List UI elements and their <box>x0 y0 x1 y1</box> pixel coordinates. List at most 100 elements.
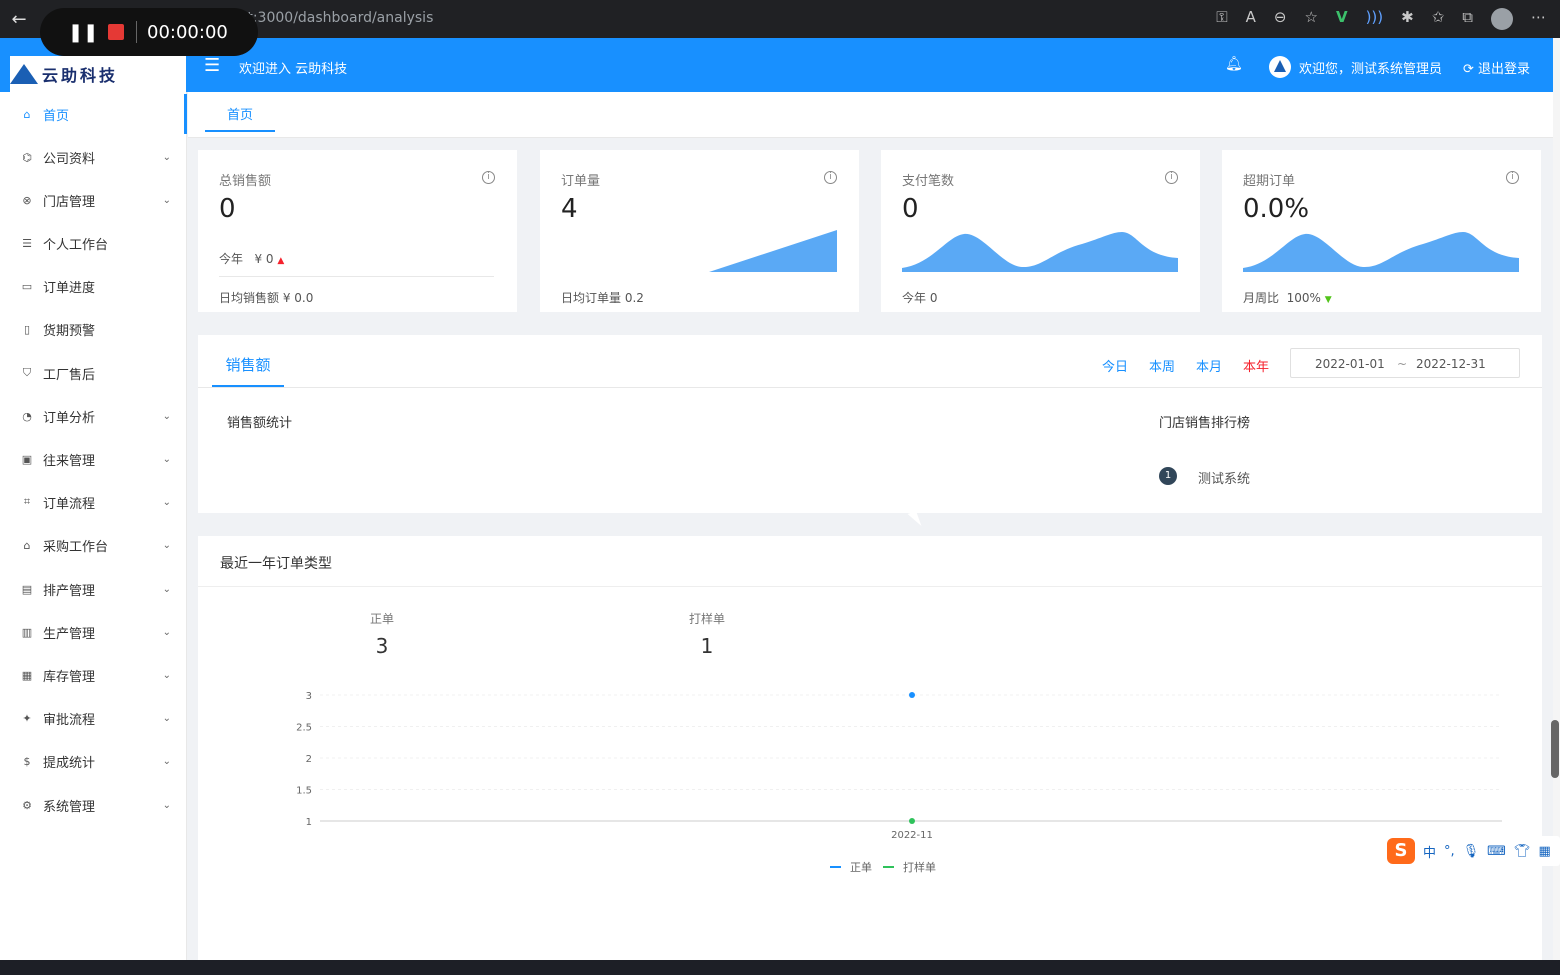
ime-punct[interactable]: °, <box>1444 844 1455 859</box>
gear-icon: ⚙ <box>22 798 32 812</box>
y-tick-label: 2 <box>306 754 312 765</box>
chevron-down-icon: ⌄ <box>162 799 171 811</box>
caret-down-icon: ▼ <box>1324 295 1332 305</box>
sidebar-item[interactable]: ⌬ 公司资料 ⌄ <box>0 137 187 177</box>
chevron-down-icon: ⌄ <box>162 194 171 206</box>
logo: 云助科技 <box>10 56 186 92</box>
logout-button[interactable]: ⟳ 退出登录 <box>1463 58 1530 77</box>
welcome-user-text[interactable]: 欢迎您，测试系统管理员 <box>1299 58 1442 77</box>
sidebar-item[interactable]: ⊗ 门店管理 ⌄ <box>0 180 187 220</box>
chevron-down-icon: ⌄ <box>162 583 171 595</box>
caret-up-icon: ▲ <box>277 256 285 266</box>
sidebar-item[interactable]: ◔ 订单分析 ⌄ <box>0 396 187 436</box>
sogou-icon[interactable]: S <box>1387 838 1415 864</box>
key-icon[interactable]: ⚿ <box>1216 8 1227 30</box>
total-sales-value: 0 <box>219 194 236 224</box>
order-type-panel: 最近一年订单类型 正单 3 打样单 1 1 1.5 2 2.5 3 2022-11 正单 打样… <box>198 536 1542 960</box>
sidebar-item[interactable]: ▥ 生产管理 ⌄ <box>0 612 187 652</box>
file-icon: ▯ <box>23 322 31 336</box>
sales-panel: 销售额 今日 本周 本月 本年 2022-01-01 ~ 2022-12-31 … <box>198 335 1542 513</box>
info-icon[interactable]: i <box>824 171 837 184</box>
order-count-value: 4 <box>561 194 578 224</box>
sidebar-item-label: 排产管理 <box>43 583 96 599</box>
menu-fold-icon[interactable]: ☰ <box>204 55 220 76</box>
scroll-thumb[interactable] <box>1551 720 1559 778</box>
house-icon: ⌂ <box>23 538 31 552</box>
card-payments: 支付笔数 i 0 今年 0 <box>881 150 1200 312</box>
pause-icon[interactable]: ❚❚ <box>68 22 98 43</box>
sidebar-item-label: 往来管理 <box>43 453 96 469</box>
sidebar-item[interactable]: ⌂ 采购工作台 ⌄ <box>0 525 187 565</box>
date-start[interactable]: 2022-01-01 <box>1315 357 1385 371</box>
sidebar-item-label: 提成统计 <box>43 755 96 771</box>
date-end[interactable]: 2022-12-31 <box>1416 357 1486 371</box>
sidebar-item[interactable]: ▤ 排产管理 ⌄ <box>0 569 187 609</box>
y-tick-label: 1 <box>306 817 312 828</box>
recording-widget: ❚❚ 00:00:00 <box>40 8 258 56</box>
tab-sales[interactable]: 销售额 <box>212 343 284 387</box>
sales-stat-title: 销售额统计 <box>227 416 293 431</box>
rank-title: 门店销售排行榜 <box>1159 416 1251 431</box>
chevron-down-icon: ⌄ <box>162 669 171 681</box>
sidebar-item[interactable]: ▭ 订单进度 <box>0 266 187 306</box>
more-icon[interactable]: ⋯ <box>1531 8 1546 30</box>
avatar[interactable] <box>1269 56 1291 78</box>
chevron-down-icon: ⌄ <box>162 410 171 422</box>
range-year[interactable]: 本年 <box>1243 356 1269 375</box>
home-icon: ⌂ <box>23 107 31 121</box>
y-tick-label: 1.5 <box>296 786 312 797</box>
info-icon[interactable]: i <box>1506 171 1519 184</box>
skin-icon[interactable]: 👕︎ <box>1514 844 1531 859</box>
favorites-icon[interactable]: ✩ <box>1432 8 1445 30</box>
sidebar-item[interactable]: ⛉ 工厂售后 <box>0 353 187 393</box>
tab-home[interactable]: 首页 <box>205 104 275 132</box>
zoom-icon[interactable]: ⊖ <box>1274 8 1287 30</box>
flow-icon: ⌗ <box>23 495 31 508</box>
extensions-icon[interactable]: ✱ <box>1401 8 1414 30</box>
sidebar-item-label: 库存管理 <box>43 669 96 685</box>
info-icon[interactable]: i <box>1165 171 1178 184</box>
range-today[interactable]: 今日 <box>1102 356 1128 375</box>
favorite-add-icon[interactable]: ☆ <box>1305 8 1318 30</box>
sidebar-item[interactable]: ▣ 往来管理 ⌄ <box>0 439 187 479</box>
page-scrollbar[interactable] <box>1553 38 1560 960</box>
chevron-down-icon: ⌄ <box>162 453 171 465</box>
extension-v-icon[interactable]: V <box>1336 8 1348 30</box>
mic-icon[interactable]: 🎙︎ <box>1463 844 1480 859</box>
logo-mark-icon <box>10 64 38 84</box>
back-arrow-icon[interactable]: ← <box>0 9 38 30</box>
sidebar-item[interactable]: ⚙ 系统管理 ⌄ <box>0 785 187 825</box>
date-range-picker[interactable]: 2022-01-01 ~ 2022-12-31 <box>1290 348 1520 378</box>
range-month[interactable]: 本月 <box>1196 356 1222 375</box>
grid-icon[interactable]: ▦ <box>1538 844 1550 859</box>
range-week[interactable]: 本周 <box>1149 356 1175 375</box>
ime-toolbar: S 中 °, 🎙︎ ⌨ 👕︎ ▦ <box>1383 836 1560 866</box>
info-icon[interactable]: i <box>482 171 495 184</box>
y-tick-label: 2.5 <box>296 723 312 734</box>
bank-icon: ⌬ <box>22 150 32 164</box>
sidebar-item[interactable]: ⌗ 订单流程 ⌄ <box>0 482 187 522</box>
sidebar-item[interactable]: ⌂ 首页 <box>0 94 187 134</box>
order-type-chart: 1 1.5 2 2.5 3 2022-11 正单 打样单 <box>296 691 1502 874</box>
sidebar-item[interactable]: ▦ 库存管理 ⌄ <box>0 655 187 695</box>
sidebar-item-label: 工厂售后 <box>43 367 96 383</box>
sidebar-item[interactable]: ✦ 审批流程 ⌄ <box>0 698 187 738</box>
sidebar-item[interactable]: ▯ 货期预警 <box>0 309 187 349</box>
chevron-down-icon: ⌄ <box>162 626 171 638</box>
sidebar-item[interactable]: $ 提成统计 ⌄ <box>0 741 187 781</box>
sidebar-item[interactable]: ☰ 个人工作台 <box>0 223 187 263</box>
desk-icon: ☰ <box>22 236 32 250</box>
collections-icon[interactable]: ⧉ <box>1462 8 1473 30</box>
overdue-sparkline <box>1243 232 1519 272</box>
keyboard-icon[interactable]: ⌨ <box>1487 844 1506 859</box>
extension-wave-icon[interactable]: ))) <box>1366 8 1384 30</box>
sidebar-item-label: 订单进度 <box>43 280 96 296</box>
card-total-sales: 总销售额 i 0 今年 ¥ 0 ▲ 日均销售额 ¥ 0.0 <box>198 150 517 312</box>
profile-icon[interactable] <box>1491 8 1513 30</box>
ime-mode[interactable]: 中 <box>1423 842 1436 861</box>
stop-icon[interactable] <box>108 24 124 40</box>
bell-icon[interactable]: 🔔︎ <box>1225 56 1243 72</box>
card-order-count: 订单量 i 4 日均订单量 0.2 <box>540 150 859 312</box>
welcome-system-text: 欢迎进入 云助科技 <box>239 62 348 77</box>
read-aloud-icon[interactable]: A <box>1246 8 1256 30</box>
